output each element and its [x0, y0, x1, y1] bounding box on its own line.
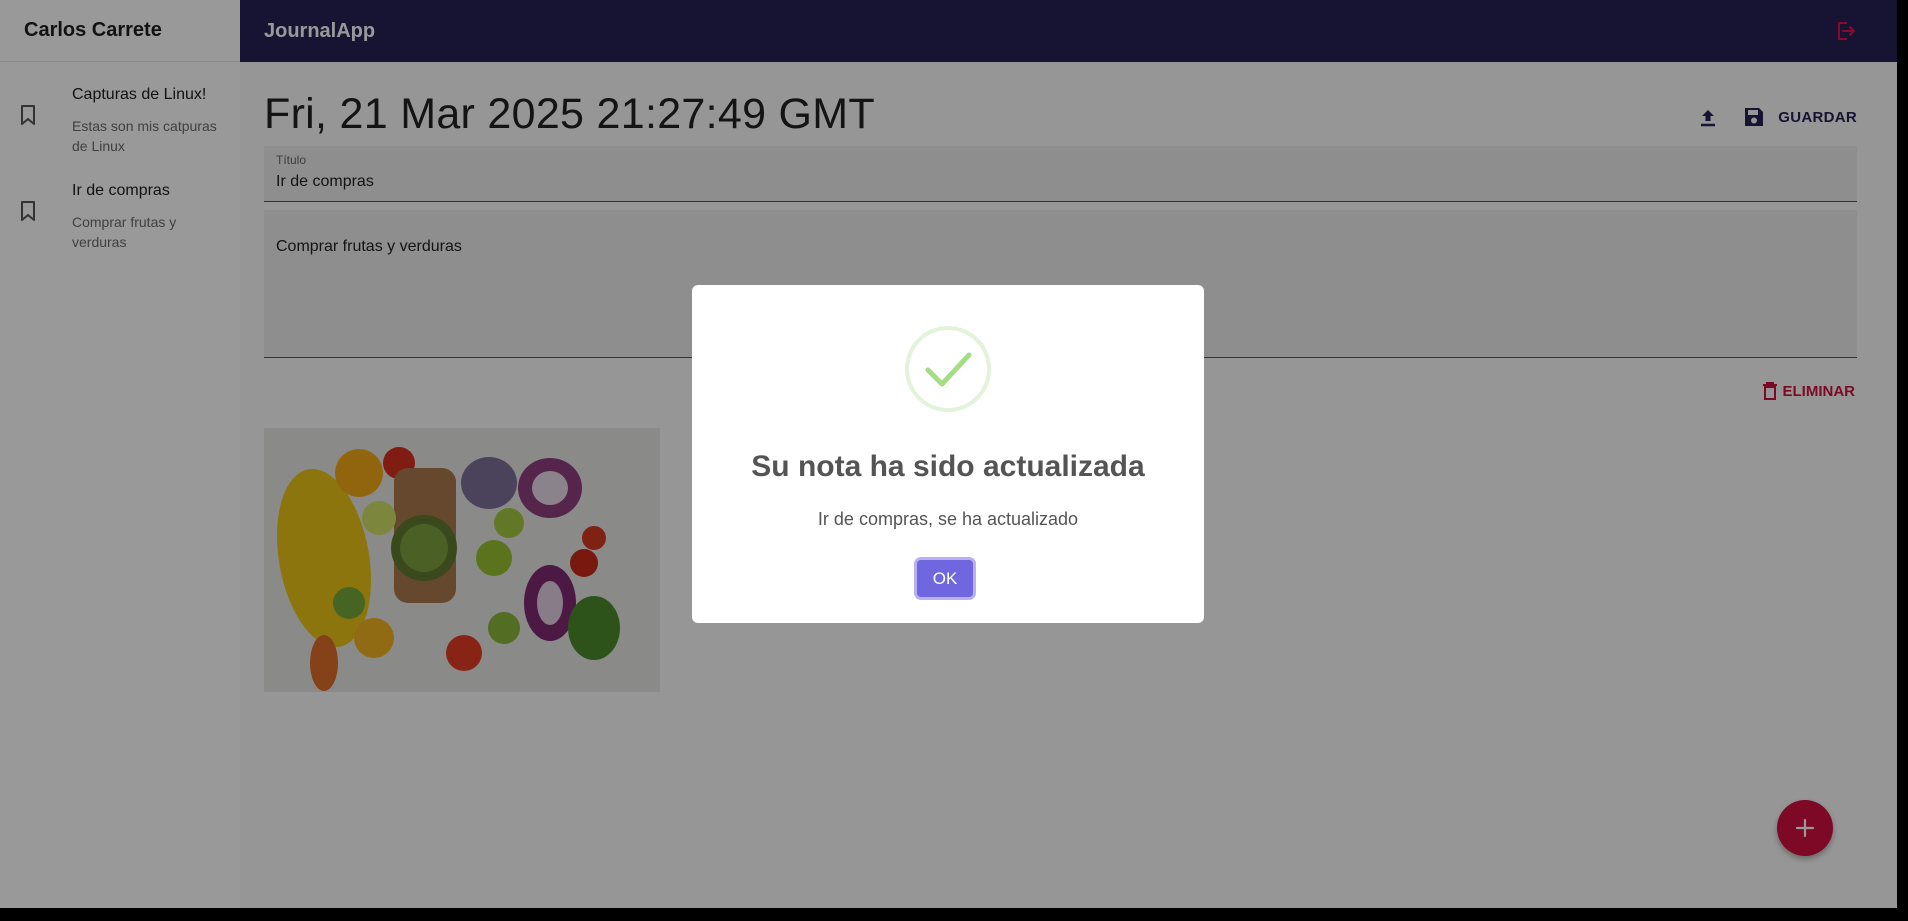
success-check-icon	[905, 326, 991, 412]
success-dialog: Su nota ha sido actualizada Ir de compra…	[692, 285, 1204, 623]
dialog-title: Su nota ha sido actualizada	[751, 450, 1145, 483]
ok-button[interactable]: OK	[917, 560, 973, 597]
journal-app: Carlos Carrete Capturas de Linux! Estas …	[0, 0, 1897, 908]
dialog-message: Ir de compras, se ha actualizado	[817, 509, 1079, 529]
